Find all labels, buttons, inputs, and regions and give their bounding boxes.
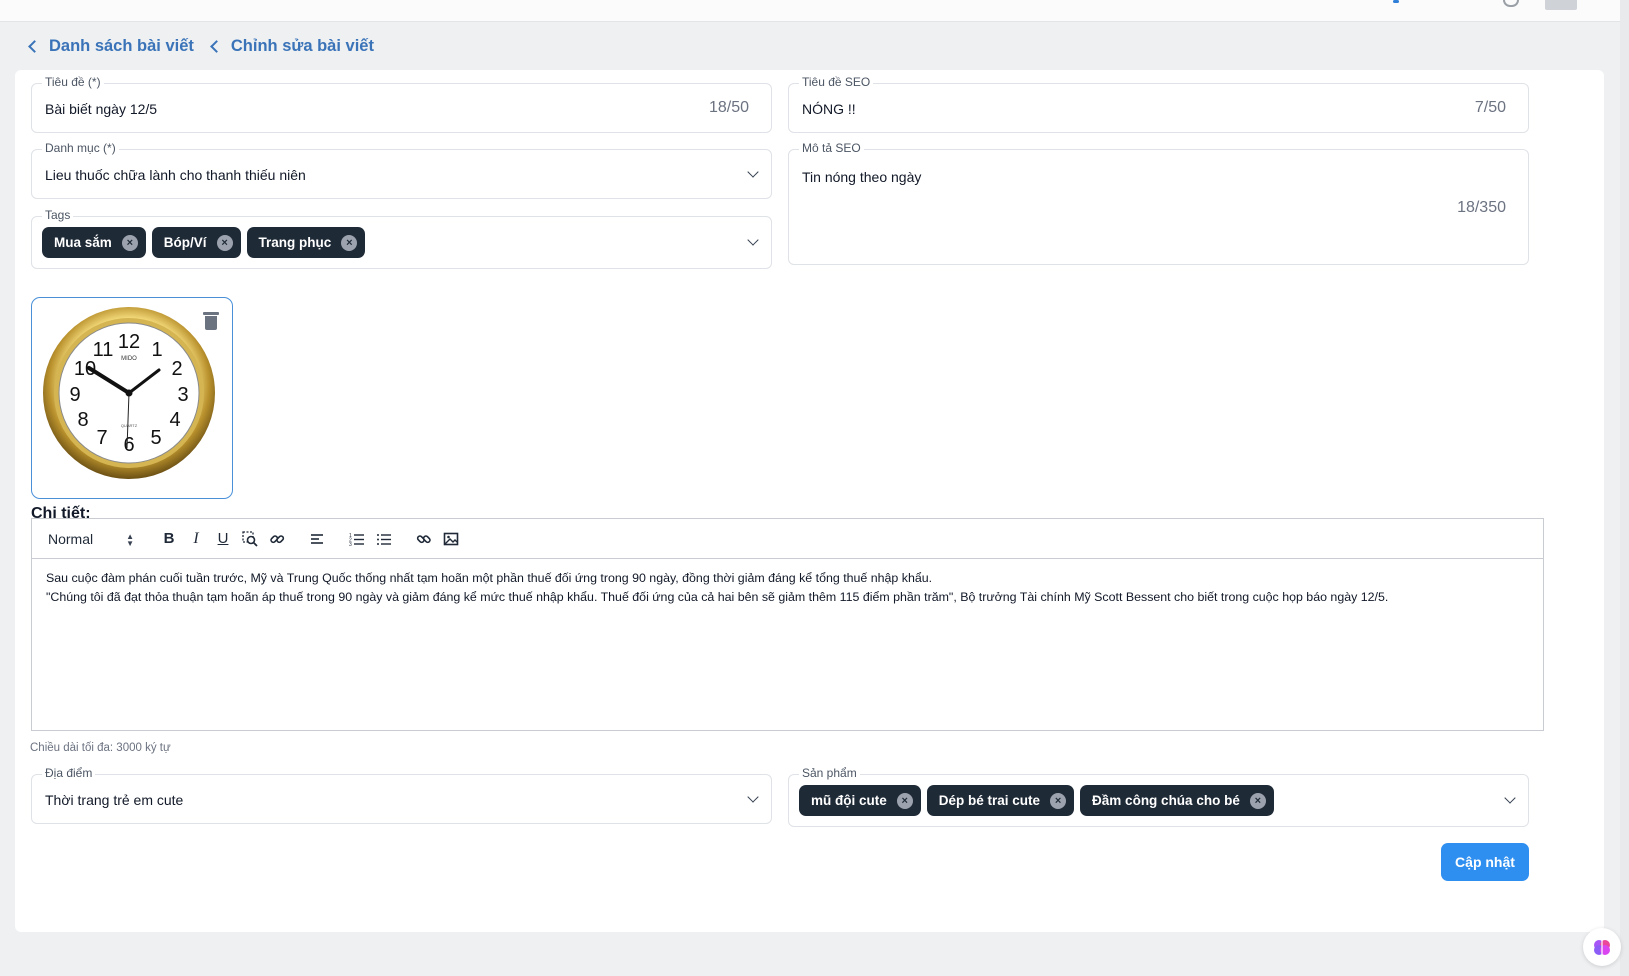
image-icon[interactable] xyxy=(438,527,464,551)
title-input[interactable]: Bài biết ngày 12/5 xyxy=(45,101,157,117)
clock-numeral: 2 xyxy=(171,358,182,380)
category-label: Danh mục (*) xyxy=(42,141,119,155)
clock-numeral: 12 xyxy=(118,331,140,353)
title-counter: 18/50 xyxy=(708,99,749,116)
link-icon[interactable] xyxy=(411,527,437,551)
title-field[interactable]: Tiêu đề (*) Bài biết ngày 12/5 18/50 xyxy=(31,75,772,133)
unlink-icon[interactable] xyxy=(264,527,290,551)
clock-numeral: 11 xyxy=(93,339,114,361)
rich-text-editor[interactable]: Normal ▲ ▼ B I U 123 Sau cuộc đàm phán c… xyxy=(31,518,1544,731)
uploaded-image[interactable]: 12 1 2 3 4 5 6 7 8 9 10 11 MIDO QUARTZ xyxy=(31,297,233,499)
tags-label: Tags xyxy=(42,208,74,222)
seo-title-field[interactable]: Tiêu đề SEO NÓNG !! 7/50 xyxy=(788,75,1529,133)
clock-numeral: 9 xyxy=(69,384,80,406)
location-label: Địa điểm xyxy=(42,766,96,780)
seo-title-input[interactable]: NÓNG !! xyxy=(802,101,856,117)
remove-icon[interactable]: × xyxy=(216,234,233,251)
bullet-list-icon[interactable] xyxy=(371,527,397,551)
seo-description-label: Mô tả SEO xyxy=(799,141,864,155)
bell-icon[interactable] xyxy=(1503,0,1519,7)
format-select-value: Normal xyxy=(48,530,94,547)
clock-brand: MIDO xyxy=(121,356,137,362)
tag-chip-label: Trang phục xyxy=(258,235,332,250)
italic-icon[interactable]: I xyxy=(183,527,209,551)
assistant-brain-icon[interactable] xyxy=(1583,928,1621,966)
products-label: Sản phẩm xyxy=(799,766,860,780)
product-chip-label: Đầm công chúa cho bé xyxy=(1092,793,1240,808)
svg-text:3: 3 xyxy=(349,542,352,546)
breadcrumb-item-list[interactable]: Danh sách bài viết xyxy=(49,37,194,56)
clock-numeral: 4 xyxy=(169,409,180,431)
remove-icon[interactable]: × xyxy=(1050,792,1067,809)
product-chip-label: mũ đội cute xyxy=(811,793,887,808)
product-chip: mũ đội cute × xyxy=(799,785,921,816)
clock-numeral: 6 xyxy=(123,434,134,456)
clock-numeral: 8 xyxy=(77,409,88,431)
product-chip: Dép bé trai cute × xyxy=(926,785,1075,816)
breadcrumb: Danh sách bài viết Chỉnh sửa bài viết xyxy=(24,34,386,58)
seo-title-counter: 7/50 xyxy=(1474,99,1506,116)
clock-image: 12 1 2 3 4 5 6 7 8 9 10 11 MIDO QUARTZ xyxy=(43,307,215,479)
tag-chip: Mua sắm × xyxy=(42,227,146,258)
tags-chip-list: Mua sắm × Bóp/Ví × Trang phục × xyxy=(42,227,371,258)
notification-dot xyxy=(1393,0,1399,3)
trash-icon[interactable] xyxy=(203,312,219,330)
max-length-hint: Chiều dài tối đa: 3000 ký tự xyxy=(30,742,171,754)
chevron-left-icon xyxy=(210,39,223,53)
underline-icon[interactable]: U xyxy=(210,527,236,551)
clock-numeral: 5 xyxy=(150,427,161,449)
seo-description-field[interactable]: Mô tả SEO Tin nóng theo ngày 18/350 xyxy=(788,141,1529,265)
chevron-down-icon[interactable] xyxy=(747,166,759,178)
tags-select[interactable]: Tags Mua sắm × Bóp/Ví × Trang phục × xyxy=(31,208,772,269)
product-chip: Đầm công chúa cho bé × xyxy=(1080,785,1274,816)
location-select[interactable]: Địa điểm Thời trang trẻ em cute xyxy=(31,766,772,824)
clock-sub: QUARTZ xyxy=(121,423,138,428)
avatar[interactable] xyxy=(1545,0,1577,10)
edit-post-card: Tiêu đề (*) Bài biết ngày 12/5 18/50 Tiê… xyxy=(15,70,1604,932)
page-scrollbar[interactable] xyxy=(1620,0,1629,976)
clock-numeral: 3 xyxy=(177,384,188,406)
format-select[interactable]: Normal ▲ ▼ xyxy=(48,530,138,548)
tag-chip: Bóp/Ví × xyxy=(151,227,241,258)
tag-chip-label: Bóp/Ví xyxy=(163,235,207,250)
seo-description-input[interactable]: Tin nóng theo ngày xyxy=(802,169,921,185)
align-left-icon[interactable] xyxy=(304,527,330,551)
seo-description-counter: 18/350 xyxy=(1457,199,1506,216)
remove-icon[interactable]: × xyxy=(121,234,138,251)
chevron-down-icon[interactable] xyxy=(747,791,759,803)
remove-icon[interactable]: × xyxy=(896,792,913,809)
category-select[interactable]: Danh mục (*) Lieu thuốc chữa lành cho th… xyxy=(31,141,772,199)
products-chip-list: mũ đội cute × Dép bé trai cute × Đầm công … xyxy=(799,785,1280,816)
update-button[interactable]: Cập nhật xyxy=(1441,843,1529,881)
bold-icon[interactable]: B xyxy=(156,527,182,551)
location-value: Thời trang trẻ em cute xyxy=(45,792,184,808)
breadcrumb-item-edit[interactable]: Chỉnh sửa bài viết xyxy=(231,37,374,56)
clock-numeral: 7 xyxy=(96,427,107,449)
editor-paragraph: Sau cuộc đàm phán cuối tuần trước, Mỹ và… xyxy=(46,571,933,585)
remove-icon[interactable]: × xyxy=(341,234,358,251)
tag-chip-label: Mua sắm xyxy=(54,235,112,250)
remove-icon[interactable]: × xyxy=(1249,792,1266,809)
title-label: Tiêu đề (*) xyxy=(42,75,104,89)
category-value: Lieu thuốc chữa lành cho thanh thiếu niê… xyxy=(45,167,306,183)
chevron-left-icon xyxy=(28,39,41,53)
tag-chip: Trang phục × xyxy=(246,227,366,258)
seo-title-label: Tiêu đề SEO xyxy=(799,75,874,89)
clock-numeral: 1 xyxy=(151,339,162,361)
updown-icon: ▲ ▼ xyxy=(126,531,134,548)
top-bar xyxy=(0,0,1629,22)
editor-content[interactable]: Sau cuộc đàm phán cuối tuần trước, Mỹ và… xyxy=(46,569,1529,606)
find-icon[interactable] xyxy=(237,527,263,551)
product-chip-label: Dép bé trai cute xyxy=(938,793,1041,808)
chevron-down-icon[interactable] xyxy=(1504,792,1516,804)
editor-paragraph: "Chúng tôi đã đạt thỏa thuận tạm hoãn áp… xyxy=(46,589,1389,604)
editor-toolbar: Normal ▲ ▼ B I U 123 xyxy=(32,519,1543,559)
ordered-list-icon[interactable]: 123 xyxy=(344,527,370,551)
products-select[interactable]: Sản phẩm mũ đội cute × Dép bé trai cute × … xyxy=(788,766,1529,827)
chevron-down-icon[interactable] xyxy=(747,234,759,246)
